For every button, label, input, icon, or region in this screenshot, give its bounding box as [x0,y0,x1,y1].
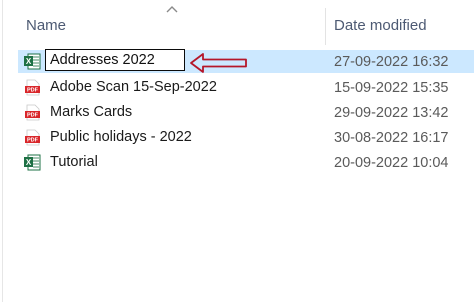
pane-border [2,0,3,302]
file-name[interactable]: Adobe Scan 15-Sep-2022 [50,79,217,95]
excel-icon: X [24,154,41,171]
column-divider[interactable] [325,8,326,45]
file-row[interactable]: PDF Marks Cards 29-09-2022 13:42 [18,101,474,124]
column-header-row: Name Date modified [0,0,474,45]
svg-text:X: X [26,158,32,167]
pdf-icon: PDF [25,79,40,96]
pdf-icon: PDF [25,129,40,146]
svg-text:PDF: PDF [27,88,39,94]
sort-ascending-icon [166,6,178,13]
column-header-name[interactable]: Name [26,17,66,34]
file-date: 20-09-2022 10:04 [334,155,449,171]
file-date: 15-09-2022 15:35 [334,80,449,96]
svg-text:PDF: PDF [27,138,39,144]
file-date: 29-09-2022 13:42 [334,105,449,121]
file-name[interactable]: Public holidays - 2022 [50,129,192,145]
file-row[interactable]: PDF Adobe Scan 15-Sep-2022 15-09-2022 15… [18,76,474,99]
pdf-icon: PDF [25,104,40,121]
file-name[interactable]: Tutorial [50,154,98,170]
svg-text:X: X [26,57,32,66]
column-header-date-modified[interactable]: Date modified [334,17,427,34]
file-name[interactable]: Marks Cards [50,104,132,120]
file-date: 30-08-2022 16:17 [334,130,449,146]
file-row[interactable]: PDF Public holidays - 2022 30-08-2022 16… [18,126,474,149]
file-row[interactable]: X Tutorial 20-09-2022 10:04 [18,151,474,174]
annotation-arrow-icon [190,53,247,73]
rename-input[interactable] [45,49,185,71]
excel-icon: X [24,53,41,70]
file-date: 27-09-2022 16:32 [334,54,449,70]
svg-text:PDF: PDF [27,113,39,119]
